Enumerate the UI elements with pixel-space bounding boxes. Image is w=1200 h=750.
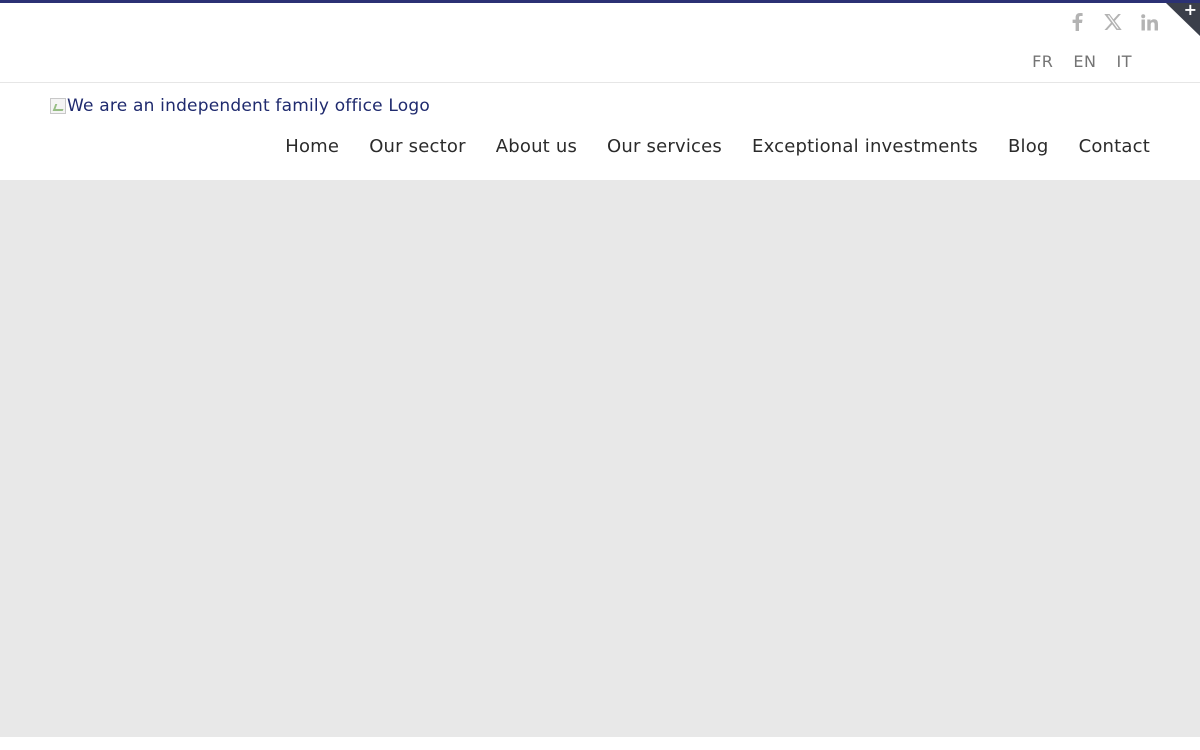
lang-fr[interactable]: FR [1032,52,1053,71]
broken-image-icon [50,98,66,114]
plus-icon: + [1183,0,1197,19]
x-twitter-icon [1104,14,1122,30]
lang-it[interactable]: IT [1117,52,1133,71]
nav-item-exceptional-investments[interactable]: Exceptional investments [752,136,978,157]
x-twitter-link[interactable] [1102,11,1124,33]
nav-item-home[interactable]: Home [285,136,339,157]
logo-link[interactable]: We are an independent family office Logo [50,96,430,116]
linkedin-icon [1140,13,1158,30]
facebook-icon [1072,13,1083,31]
hero-placeholder [0,180,1200,737]
site-header: We are an independent family office Logo… [0,84,1200,180]
logo-alt-text: We are an independent family office Logo [67,96,430,116]
nav-item-our-sector[interactable]: Our sector [369,136,466,157]
facebook-link[interactable] [1066,11,1088,33]
nav-item-about-us[interactable]: About us [496,136,577,157]
social-links [1066,11,1160,33]
nav-item-contact[interactable]: Contact [1079,136,1150,157]
language-switcher: FR EN IT [1032,52,1132,71]
nav-item-our-services[interactable]: Our services [607,136,722,157]
sliding-bar-toggle[interactable]: + [1166,0,1200,36]
top-bar: FR EN IT [0,3,1200,83]
lang-en[interactable]: EN [1073,52,1096,71]
main-navigation: Home Our sector About us Our services Ex… [285,136,1150,157]
linkedin-link[interactable] [1138,11,1160,33]
nav-item-blog[interactable]: Blog [1008,136,1049,157]
